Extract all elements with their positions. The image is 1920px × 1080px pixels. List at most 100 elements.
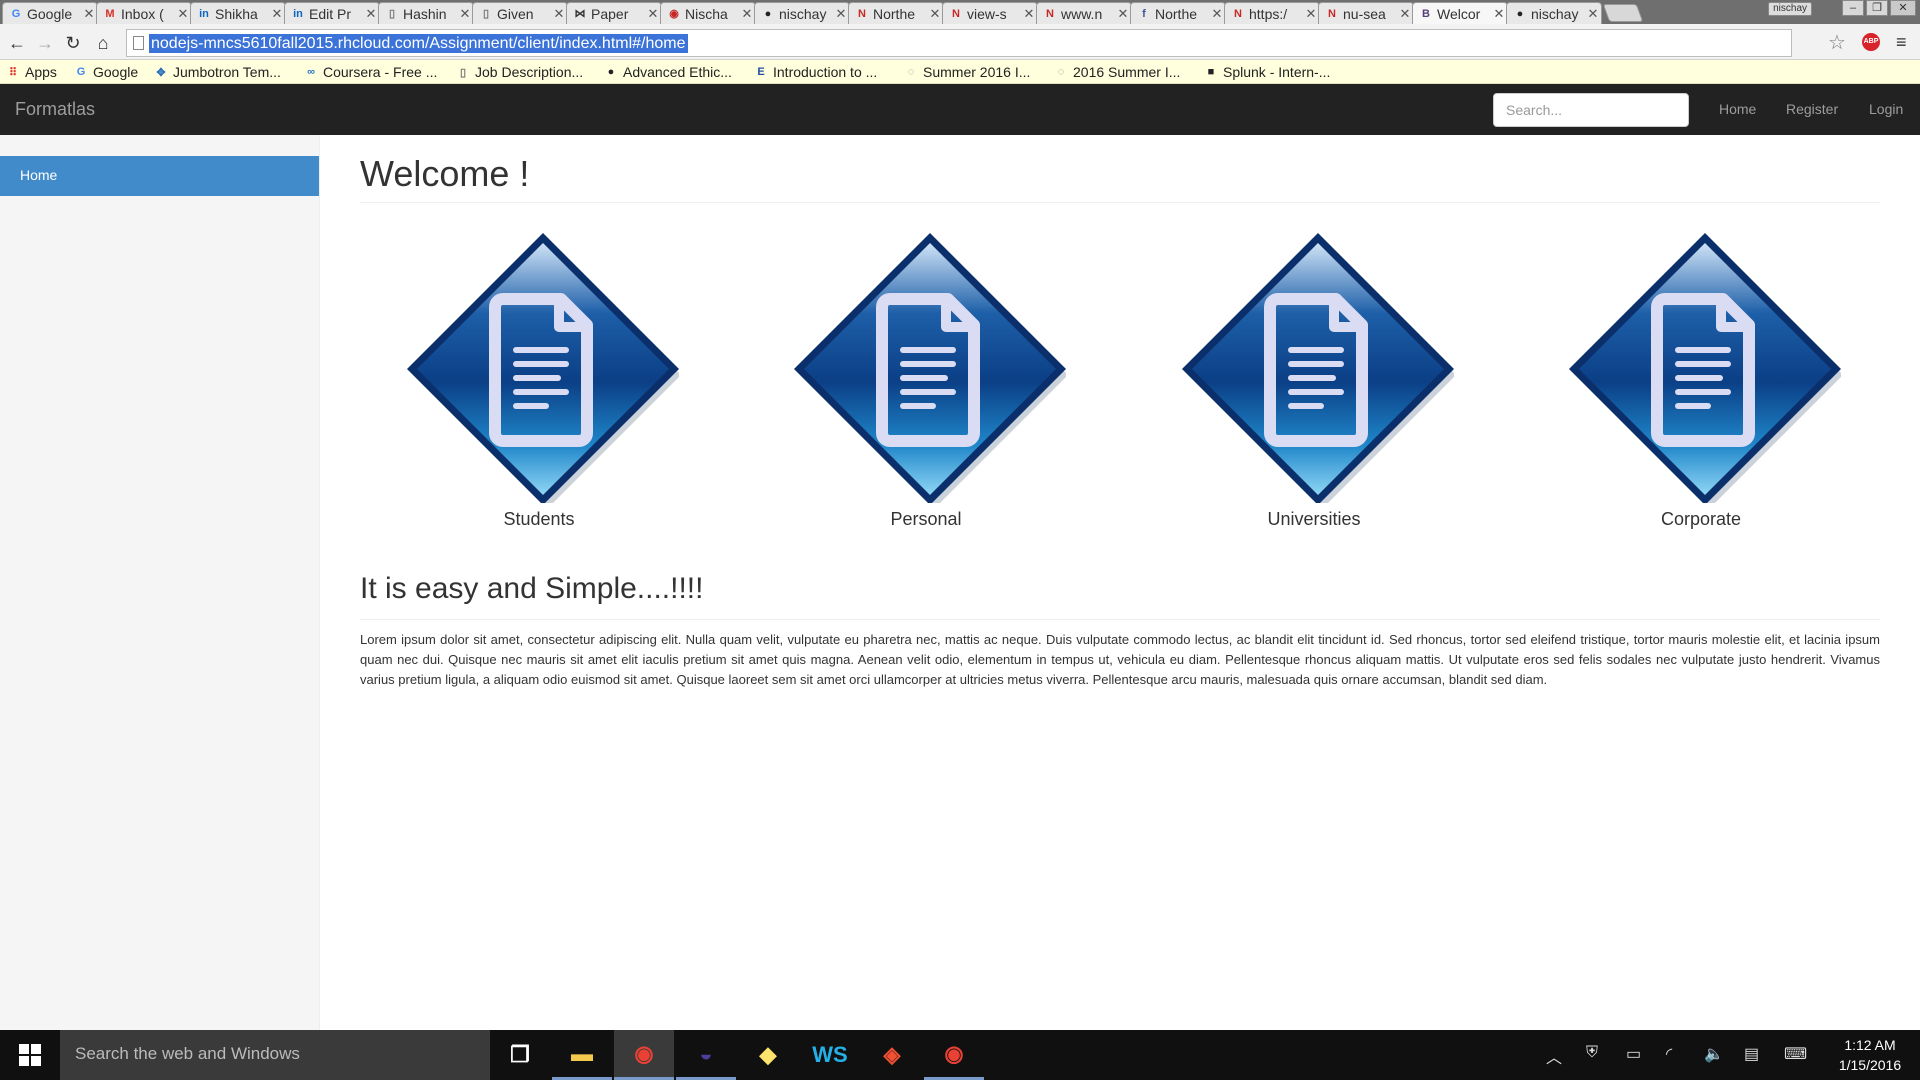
brand-logo[interactable]: Formatlas xyxy=(15,99,95,120)
browser-tab[interactable]: in Edit Pr ✕ xyxy=(284,2,380,24)
browser-tab[interactable]: ▯ Given ✕ xyxy=(472,2,568,24)
close-tab-icon[interactable]: ✕ xyxy=(1585,6,1601,22)
address-bar[interactable]: nodejs-mncs5610fall2015.rhcloud.com/Assi… xyxy=(126,29,1792,57)
close-tab-icon[interactable]: ✕ xyxy=(739,6,755,22)
chrome-menu-icon[interactable]: ≡ xyxy=(1896,32,1907,53)
browser-tab[interactable]: f Northe ✕ xyxy=(1130,2,1226,24)
browser-tab[interactable]: Nwww.n ✕ xyxy=(1036,2,1132,24)
bookmark-item[interactable]: ■ Splunk - Intern-... xyxy=(1204,63,1331,81)
home-icon[interactable]: ⌂ xyxy=(92,32,114,54)
tile-students[interactable]: Students xyxy=(389,223,689,530)
document-diamond-icon[interactable] xyxy=(786,223,1066,503)
taskbar-search-box[interactable]: Search the web and Windows xyxy=(60,1030,490,1080)
close-tab-icon[interactable]: ✕ xyxy=(1021,6,1037,22)
tab-title: Northe xyxy=(1155,5,1198,22)
close-tab-icon[interactable]: ✕ xyxy=(175,6,191,22)
notifications-icon[interactable]: ▤ xyxy=(1744,1044,1759,1064)
bookmark-item[interactable]: ∞ Coursera - Free ... xyxy=(304,63,437,81)
volume-icon[interactable]: 🔈 xyxy=(1704,1044,1724,1064)
bookmarks-bar: ⠿ Apps G Google ✥ Jumbotron Tem... ∞ Coursera -… xyxy=(0,60,1920,84)
sticky-notes-icon[interactable]: ◆ xyxy=(738,1030,798,1080)
browser-tab[interactable]: in Shikha ✕ xyxy=(190,2,286,24)
bookmark-item[interactable]: ● Advanced Ethic... xyxy=(604,63,732,81)
browser-tab[interactable]: Nhttps:/ ✕ xyxy=(1224,2,1320,24)
clock-date: 1/15/2016 xyxy=(1838,1057,1902,1073)
bookmark-item[interactable]: ✥ Jumbotron Tem... xyxy=(154,63,281,81)
browser-tab[interactable]: Nnu-sea ✕ xyxy=(1318,2,1414,24)
nav-link-register[interactable]: Register xyxy=(1786,101,1838,117)
close-tab-icon[interactable]: ✕ xyxy=(645,6,661,22)
browser-tab[interactable]: B Welcor ✕ xyxy=(1412,2,1508,24)
back-icon[interactable]: ← xyxy=(6,32,28,54)
reload-icon[interactable]: ↻ xyxy=(62,32,84,54)
show-hidden-icons-icon[interactable]: ︿ xyxy=(1546,1044,1562,1068)
sidebar-item-home[interactable]: Home xyxy=(0,156,319,196)
linkedin-icon: in xyxy=(199,7,209,20)
chat-bubble-icon: ◌ xyxy=(907,66,915,78)
browser-tab[interactable]: ◉ Nischa ✕ xyxy=(660,2,756,24)
close-tab-icon[interactable]: ✕ xyxy=(81,6,97,22)
forward-icon[interactable]: → xyxy=(34,32,56,54)
browser-tab[interactable]: ● nischay ✕ xyxy=(1506,2,1602,24)
document-diamond-icon[interactable] xyxy=(1174,223,1454,503)
document-diamond-icon[interactable] xyxy=(399,223,679,503)
restore-button[interactable]: ❐ xyxy=(1866,0,1888,16)
close-tab-icon[interactable]: ✕ xyxy=(833,6,849,22)
profile-badge[interactable]: nischay xyxy=(1768,2,1812,16)
webstorm-icon[interactable]: WS xyxy=(800,1030,860,1080)
minimize-button[interactable]: – xyxy=(1842,0,1864,16)
close-tab-icon[interactable]: ✕ xyxy=(269,6,285,22)
bookmark-item[interactable]: ⠿ Apps xyxy=(6,63,57,81)
bookmark-label: Advanced Ethic... xyxy=(623,64,732,80)
bookmark-star-icon[interactable]: ☆ xyxy=(1828,30,1846,55)
close-tab-icon[interactable]: ✕ xyxy=(927,6,943,22)
nav-link-home[interactable]: Home xyxy=(1719,101,1756,117)
bookmark-item[interactable]: E Introduction to ... xyxy=(754,63,877,81)
close-tab-icon[interactable]: ✕ xyxy=(1397,6,1413,22)
task-view-icon[interactable]: ❐ xyxy=(490,1030,550,1080)
divider xyxy=(360,619,1880,620)
tile-corporate[interactable]: Corporate xyxy=(1551,223,1851,530)
windows-taskbar: Search the web and Windows 1:12 AM 1/15/… xyxy=(0,1030,1920,1080)
browser-tab[interactable]: M Inbox (✕ xyxy=(96,2,192,24)
browser-tab[interactable]: G Google ✕ xyxy=(2,2,98,24)
close-tab-icon[interactable]: ✕ xyxy=(551,6,567,22)
new-tab-button[interactable] xyxy=(1602,4,1644,22)
sidebar: Home xyxy=(0,135,320,1030)
start-button[interactable] xyxy=(0,1030,60,1080)
chrome-icon[interactable]: ◉ xyxy=(614,1030,674,1080)
adblock-plus-icon[interactable]: ABP xyxy=(1862,33,1880,51)
browser-tab[interactable]: ● nischay ✕ xyxy=(754,2,850,24)
git-icon[interactable]: ◈ xyxy=(862,1030,922,1080)
battery-icon[interactable]: ▭ xyxy=(1626,1044,1641,1064)
keyboard-icon[interactable]: ⌨ xyxy=(1784,1044,1807,1064)
nav-link-login[interactable]: Login xyxy=(1869,101,1903,117)
tile-universities[interactable]: Universities xyxy=(1164,223,1464,530)
tile-personal[interactable]: Personal xyxy=(776,223,1076,530)
close-tab-icon[interactable]: ✕ xyxy=(1209,6,1225,22)
search-input[interactable] xyxy=(1493,93,1689,127)
close-tab-icon[interactable]: ✕ xyxy=(363,6,379,22)
close-tab-icon[interactable]: ✕ xyxy=(1303,6,1319,22)
close-tab-icon[interactable]: ✕ xyxy=(1115,6,1131,22)
browser-tab[interactable]: Nview-s ✕ xyxy=(942,2,1038,24)
url-text[interactable]: nodejs-mncs5610fall2015.rhcloud.com/Assi… xyxy=(149,34,688,53)
system-clock[interactable]: 1:12 AM 1/15/2016 xyxy=(1830,1035,1910,1075)
eclipse-icon[interactable]: ◒ xyxy=(676,1030,736,1080)
mcafee-icon[interactable]: ⛨ xyxy=(1586,1044,1598,1062)
wifi-icon[interactable]: ◜ xyxy=(1666,1044,1672,1064)
bookmark-item[interactable]: ◌ Summer 2016 I... xyxy=(904,63,1031,81)
browser-tab[interactable]: N Northe ✕ xyxy=(848,2,944,24)
bookmark-item[interactable]: ▯ Job Description... xyxy=(456,63,583,81)
close-window-button[interactable]: ✕ xyxy=(1890,0,1916,16)
bookmark-item[interactable]: ◌ 2016 Summer I... xyxy=(1054,63,1181,81)
page-title: Welcome ! xyxy=(360,153,530,194)
close-tab-icon[interactable]: ✕ xyxy=(457,6,473,22)
browser-tab[interactable]: ⋈ Paper ✕ xyxy=(566,2,662,24)
close-tab-icon[interactable]: ✕ xyxy=(1491,6,1507,22)
bookmark-item[interactable]: G Google xyxy=(74,63,138,81)
browser-tab[interactable]: ▯ Hashin ✕ xyxy=(378,2,474,24)
document-diamond-icon[interactable] xyxy=(1561,223,1841,503)
file-explorer-icon[interactable]: ▬ xyxy=(552,1030,612,1080)
chrome-icon[interactable]: ◉ xyxy=(924,1030,984,1080)
